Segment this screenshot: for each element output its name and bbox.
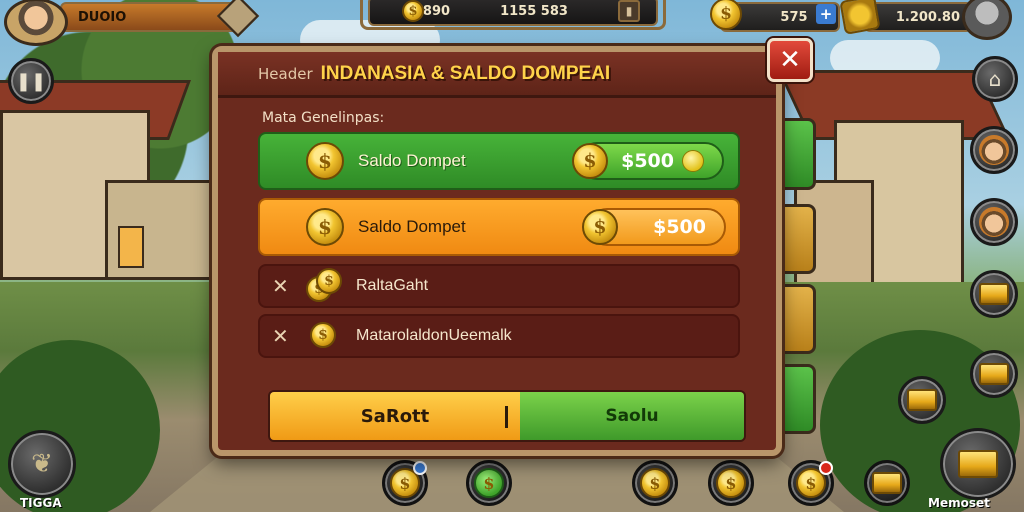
row-label: Saldo Dompet: [358, 217, 466, 236]
coin-icon: [572, 143, 608, 179]
gold-coin-icon: [710, 0, 742, 30]
gold-item-button[interactable]: [898, 376, 946, 424]
player-avatar[interactable]: [4, 0, 68, 46]
coin-icon: [402, 0, 424, 22]
gold-bars-icon: [872, 472, 902, 494]
balance-value: $500: [621, 150, 674, 172]
coin-stack-icon: [306, 268, 346, 304]
map-button[interactable]: ❦: [8, 430, 76, 498]
treasury-button[interactable]: [940, 428, 1016, 500]
coin-stack-item[interactable]: [632, 460, 678, 506]
row-label: RaltaGaht: [356, 277, 429, 294]
home-button[interactable]: ⌂: [972, 56, 1018, 102]
gold-item[interactable]: [864, 460, 910, 506]
treasury-button-label: Memoset: [928, 496, 990, 510]
leaf-icon: ❦: [31, 449, 53, 479]
currency-option-row[interactable]: ✕ RaltaGaht: [258, 264, 740, 308]
confirm-button-label: Saolu: [605, 406, 659, 426]
close-icon[interactable]: ✕: [272, 324, 292, 348]
divider: [505, 406, 508, 428]
player-name-bar: DUOIO: [60, 2, 240, 32]
character-face-icon: [979, 135, 1009, 165]
coin-stack-item[interactable]: [708, 460, 754, 506]
row-label: MatarolaldonUeemalk: [356, 327, 512, 344]
notification-badge: [819, 461, 833, 475]
gem-value: 1.200.80: [895, 9, 960, 25]
notification-badge: [413, 461, 427, 475]
gem-bar: 1.200.80: [864, 2, 972, 32]
gold-bars-icon: [958, 450, 998, 478]
close-icon[interactable]: ✕: [272, 274, 292, 298]
gold-bars-icon: [907, 389, 937, 411]
gold-bag-icon: [839, 0, 881, 35]
side-tab-gold[interactable]: [776, 284, 816, 354]
wallet-balance-row[interactable]: Saldo Dompet $500: [258, 198, 740, 256]
wallet-balance-row[interactable]: Saldo Dompet $500: [258, 132, 740, 190]
resource-value: 1155 583: [500, 3, 568, 19]
coin-stack-icon: [716, 468, 746, 498]
balance-value: $500: [653, 216, 706, 238]
lock-icon[interactable]: ▮: [618, 0, 640, 22]
character-button[interactable]: [970, 126, 1018, 174]
dialog-header: Header INDANASIA & SALDO DOMPEAI: [218, 52, 776, 98]
coin-stack-icon: [306, 318, 346, 354]
lit-window: [118, 226, 144, 268]
pause-icon: ❚❚: [15, 70, 47, 92]
balance-value-pill: $500: [582, 208, 726, 246]
gold-value: 575: [780, 9, 808, 25]
coin-icon: [316, 268, 342, 294]
coin-stack-item[interactable]: [788, 460, 834, 506]
gold-bars-icon: [979, 283, 1009, 305]
status-dot-icon: [682, 150, 704, 172]
cancel-button-label: SaRott: [360, 405, 430, 427]
character-face-icon: [979, 207, 1009, 237]
confirm-button[interactable]: Saolu: [520, 392, 744, 440]
gold-shop-button[interactable]: [970, 350, 1018, 398]
wallet-dialog: Header INDANASIA & SALDO DOMPEAI Mata Ge…: [212, 46, 782, 456]
coin-icon: [582, 209, 618, 245]
map-button-label: TIGGA: [20, 496, 62, 510]
add-gold-button[interactable]: +: [816, 4, 836, 24]
side-tab-green[interactable]: [776, 364, 816, 434]
coin-icon: [306, 208, 344, 246]
header-small-label: Header: [258, 64, 313, 83]
pause-button[interactable]: ❚❚: [8, 58, 54, 104]
cancel-button[interactable]: SaRott: [270, 392, 520, 440]
side-tab-gold[interactable]: [776, 204, 816, 274]
green-coin-icon: [474, 468, 504, 498]
dialog-subtitle: Mata Genelinpas:: [262, 110, 385, 126]
player-name: DUOIO: [78, 9, 127, 25]
dialog-title: INDANASIA & SALDO DOMPEAI: [320, 62, 611, 84]
coin-icon: [310, 322, 336, 348]
gold-shop-button[interactable]: [970, 270, 1018, 318]
row-label: Saldo Dompet: [358, 151, 466, 170]
home-icon: ⌂: [988, 67, 1002, 91]
close-button[interactable]: ✕: [767, 38, 813, 82]
character-button[interactable]: [970, 198, 1018, 246]
coin-icon: [306, 142, 344, 180]
coin-item[interactable]: [466, 460, 512, 506]
side-tab-green[interactable]: [776, 118, 816, 190]
gold-bars-icon: [979, 363, 1009, 385]
coin-stack-item[interactable]: [382, 460, 428, 506]
balance-value-pill: $500: [572, 142, 724, 180]
coin-stack-icon: [640, 468, 670, 498]
close-icon: ✕: [779, 45, 801, 75]
currency-option-row[interactable]: ✕ MatarolaldonUeemalk: [258, 314, 740, 358]
action-button-bar: SaRott Saolu: [268, 390, 746, 442]
